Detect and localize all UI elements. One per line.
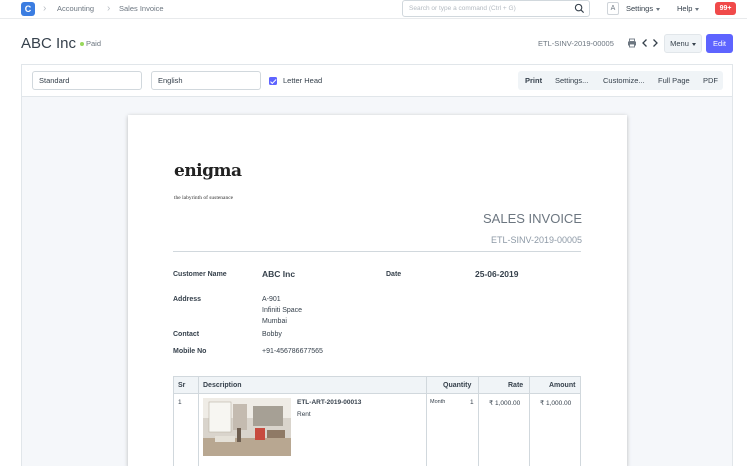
table-header: Sr Description Quantity Rate Amount <box>174 377 580 394</box>
print-format-select[interactable]: Standard <box>32 71 142 90</box>
app-logo[interactable]: C <box>21 2 35 16</box>
print-settings-button[interactable]: Settings... <box>555 76 588 85</box>
chevron-right-icon[interactable] <box>650 38 660 48</box>
cell-uom: Month <box>430 399 446 405</box>
cell-quantity: 1 <box>470 399 474 406</box>
column-header-rate: Rate <box>508 382 524 389</box>
settings-dropdown[interactable]: Settings <box>626 4 661 13</box>
address-line: A-901 <box>262 296 281 303</box>
date-label: Date <box>386 271 402 278</box>
search-input[interactable]: Search or type a command (Ctrl + G) <box>402 0 590 17</box>
address-line: Mumbai <box>262 318 287 325</box>
company-logo: enigma <box>174 161 242 181</box>
column-divider <box>198 377 199 466</box>
breadcrumb-sales-invoice[interactable]: Sales Invoice <box>119 4 164 14</box>
column-divider <box>529 377 530 466</box>
mobile-value: +91-456786677565 <box>262 348 323 355</box>
customer-name-value: ABC Inc <box>262 269 296 279</box>
item-image <box>203 398 291 456</box>
letter-head-label: Letter Head <box>283 76 323 85</box>
search-icon <box>574 3 585 14</box>
help-label: Help <box>677 4 693 13</box>
settings-label: Settings <box>626 4 654 13</box>
breadcrumb-accounting[interactable]: Accounting <box>57 4 94 14</box>
items-table: Sr Description Quantity Rate Amount 1 ET… <box>173 376 581 466</box>
date-value: 25-06-2019 <box>475 269 519 279</box>
status-badge: Paid <box>86 39 102 48</box>
page-title: ABC Inc <box>21 35 77 52</box>
column-header-description: Description <box>203 382 242 389</box>
chevron-right-icon: › <box>43 3 47 14</box>
address-line: Infiniti Space <box>262 307 303 314</box>
mobile-label: Mobile No <box>173 348 207 355</box>
cell-item-description: Rent <box>297 411 311 418</box>
menu-button[interactable]: Menu <box>664 34 702 53</box>
help-dropdown[interactable]: Help <box>677 4 700 13</box>
invoice-heading: SALES INVOICE <box>483 211 582 226</box>
full-page-button[interactable]: Full Page <box>658 76 690 85</box>
address-label: Address <box>173 296 202 303</box>
column-divider <box>478 377 479 466</box>
caret-down-icon <box>656 7 661 11</box>
column-divider <box>426 377 427 466</box>
invoice-number: ETL-SINV-2019-00005 <box>490 235 582 245</box>
contact-label: Contact <box>173 331 200 338</box>
print-icon[interactable] <box>627 38 637 48</box>
divider <box>173 251 581 252</box>
invoice-paper: enigma the labyrinth of sustenance SALES… <box>128 115 627 466</box>
column-header-amount: Amount <box>549 382 576 389</box>
chevron-left-icon[interactable] <box>640 38 650 48</box>
print-actions: Print Settings... Customize... Full Page… <box>518 71 723 90</box>
column-header-quantity: Quantity <box>443 382 472 389</box>
customize-button[interactable]: Customize... <box>603 76 645 85</box>
status-indicator-dot <box>80 42 84 46</box>
menu-label: Menu <box>670 39 689 48</box>
column-header-sr: Sr <box>178 382 186 389</box>
navbar: C › Accounting › Sales Invoice Search or… <box>0 0 747 19</box>
cell-sr: 1 <box>178 399 182 406</box>
cell-item-code: ETL-ART-2019-00013 <box>297 399 362 406</box>
pdf-button[interactable]: PDF <box>703 76 718 85</box>
edit-button[interactable]: Edit <box>706 34 733 53</box>
notifications-badge[interactable]: 99+ <box>715 2 736 15</box>
user-avatar[interactable]: A <box>607 2 619 15</box>
print-button[interactable]: Print <box>525 76 542 85</box>
caret-down-icon <box>691 42 696 46</box>
chevron-right-icon: › <box>107 3 111 14</box>
contact-value: Bobby <box>262 331 282 338</box>
print-toolbar: Standard English Letter Head Print Setti… <box>22 65 732 97</box>
customer-name-label: Customer Name <box>173 271 227 278</box>
cell-amount: ₹ 1,000.00 <box>540 400 572 407</box>
cell-rate: ₹ 1,000.00 <box>489 400 521 407</box>
language-select[interactable]: English <box>151 71 261 90</box>
print-preview: Standard English Letter Head Print Setti… <box>21 64 733 466</box>
caret-down-icon <box>695 7 700 11</box>
letter-head-checkbox[interactable] <box>269 77 277 85</box>
document-id: ETL-SINV-2019-00005 <box>538 39 614 48</box>
company-tagline: the labyrinth of sustenance <box>174 195 234 201</box>
search-placeholder: Search or type a command (Ctrl + G) <box>409 5 516 12</box>
